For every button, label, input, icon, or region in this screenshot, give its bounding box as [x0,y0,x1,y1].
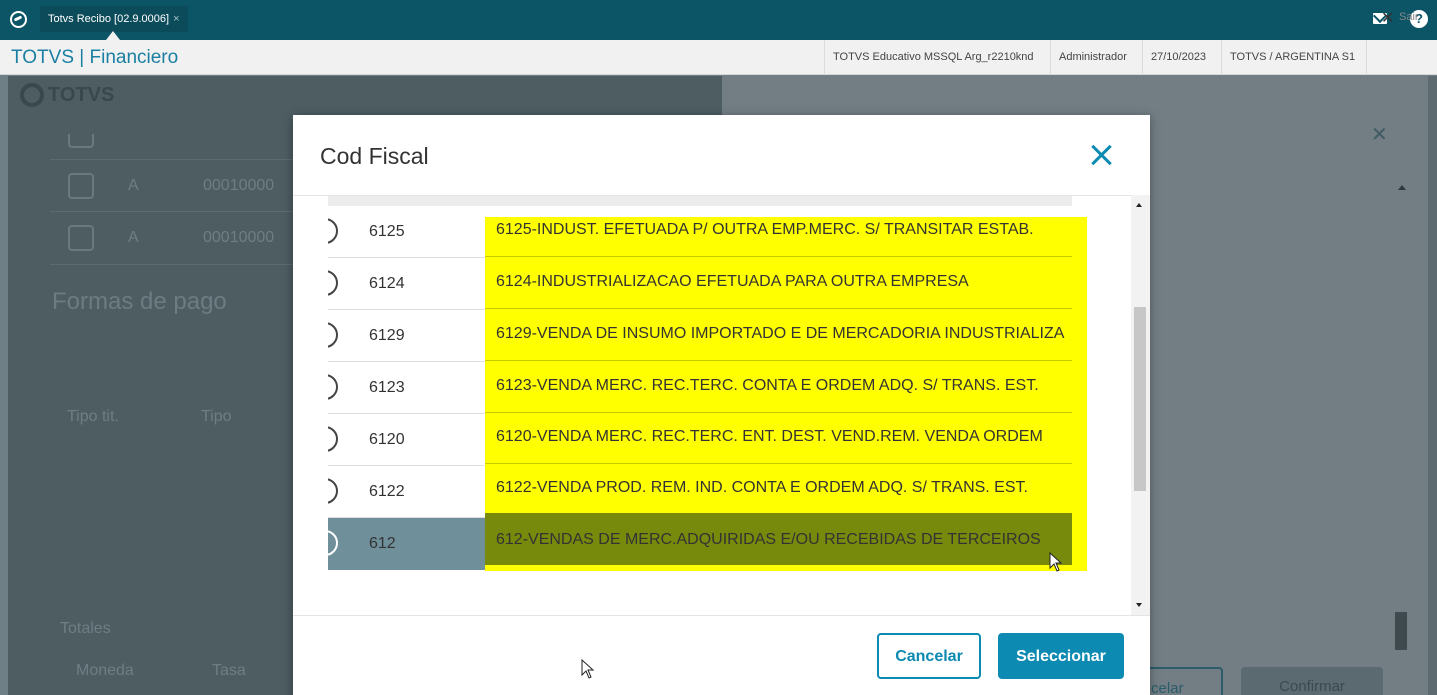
row-col1: A [128,177,139,194]
background-close-icon: ✕ [1371,124,1388,146]
exit-label[interactable]: Sair [1399,11,1419,23]
module-title: TOTVS | Financiero [11,47,179,68]
item-description[interactable]: 6125-INDUST. EFETUADA P/ OUTRA EMP.MERC.… [496,204,1034,256]
item-description[interactable]: 6123-VENDA MERC. REC.TERC. CONTA E ORDEM… [496,360,1039,412]
row-col2: 00010000 [203,229,275,246]
brand-text: TOTVS [48,83,115,106]
item-code: 6122 [369,483,405,500]
totales-label: Totales [60,620,111,637]
item-description[interactable]: 6120-VENDA MERC. REC.TERC. ENT. DEST. VE… [496,411,1043,463]
row-col1: A [128,229,139,246]
scroll-up-icon [1398,185,1406,190]
tab-totvs-recibo[interactable]: Totvs Recibo [02.9.0006] × [40,6,188,32]
dialog-scrollbar[interactable] [1131,195,1150,615]
user-label: Administrador [1050,40,1135,75]
dialog-title: Cod Fiscal [320,143,429,169]
divider [293,615,1150,616]
item-description[interactable]: 6129-VENDA DE INSUMO IMPORTADO E DE MERC… [496,308,1064,360]
cancel-button[interactable]: Cancelar [877,633,981,679]
radio-button[interactable] [328,478,338,504]
environment-label: TOTVS Educativo MSSQL Arg_r2210knd [824,40,1042,75]
radio-button[interactable] [328,322,338,348]
item-code: 6124 [369,275,405,292]
row-col2: 00010000 [203,177,275,194]
moneda-label: Moneda [76,662,134,679]
item-code: 612 [369,535,396,552]
tasa-label: Tasa [212,662,246,679]
item-description[interactable]: 612-VENDAS DE MERC.ADQUIRIDAS E/OU RECEB… [496,514,1041,566]
item-code: 6120 [369,431,405,448]
date-label: 27/10/2023 [1142,40,1214,75]
radio-button[interactable] [328,530,338,556]
row-checkbox[interactable] [68,173,94,199]
background-brand: TOTVS [20,83,114,107]
item-description[interactable]: 6122-VENDA PROD. REM. IND. CONTA E ORDEM… [496,462,1028,514]
header-bar: TOTVS | Financiero TOTVS Educativo MSSQL… [0,40,1437,75]
top-tab-bar: Totvs Recibo [02.9.0006] × ? [0,0,1437,40]
item-code: 6129 [369,327,405,344]
exit-close-icon[interactable]: ✕ [1381,8,1394,28]
scroll-thumb[interactable] [1134,307,1146,491]
item-code: 6125 [369,223,405,240]
radio-button[interactable] [328,218,338,244]
column-header-tipo-tit: Tipo tit. [67,408,119,425]
row-checkbox[interactable] [68,225,94,251]
item-description[interactable]: 6124-INDUSTRIALIZACAO EFETUADA PARA OUTR… [496,256,969,308]
background-scroll-thumb [1395,612,1407,650]
item-code: 6123 [369,379,405,396]
exit-button[interactable] [1366,40,1437,75]
radio-button[interactable] [328,374,338,400]
background-scrollbar [1428,76,1437,695]
tab-close-icon[interactable]: × [173,6,179,32]
company-label: TOTVS / ARGENTINA S1 [1221,40,1363,75]
scroll-down-icon[interactable] [1136,603,1142,607]
row-checkbox[interactable] [68,134,94,148]
totvs-brand-icon [20,83,44,107]
highlight-edge [1072,513,1087,565]
background-confirm-button: Confirmar [1241,667,1383,695]
column-header-tipo: Tipo [201,408,232,425]
section-title: Formas de pago [52,288,227,315]
tab-title: Totvs Recibo [02.9.0006] [48,13,170,25]
active-tab-indicator [106,31,120,40]
radio-button[interactable] [328,426,338,452]
totvs-logo-icon[interactable] [10,11,27,28]
select-button[interactable]: Seleccionar [998,633,1124,679]
close-icon[interactable] [1089,143,1113,167]
scroll-up-icon[interactable] [1136,203,1142,207]
radio-button[interactable] [328,270,338,296]
